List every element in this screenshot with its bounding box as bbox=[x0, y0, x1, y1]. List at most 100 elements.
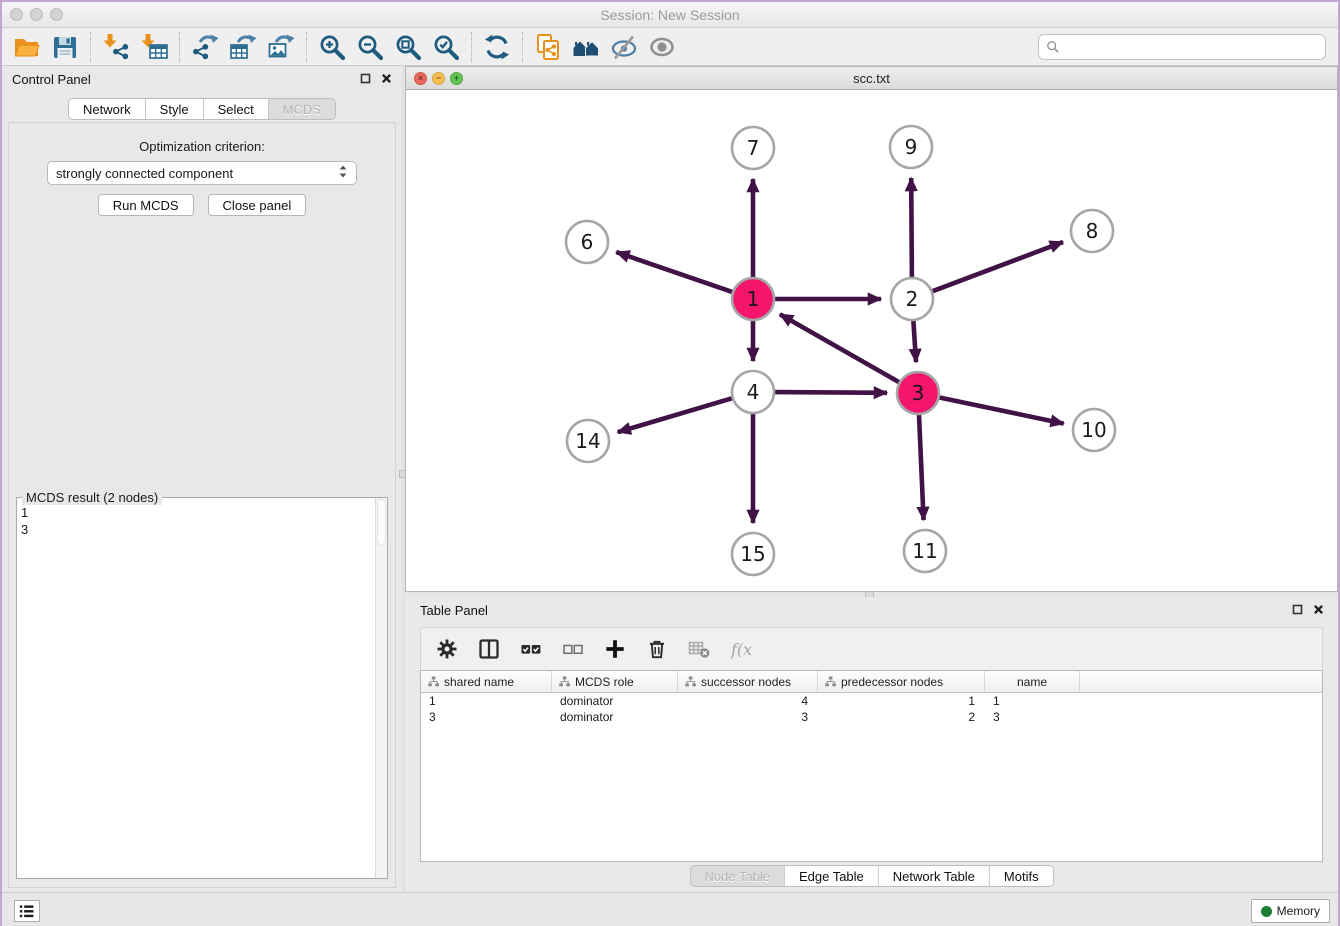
node-label: 9 bbox=[905, 135, 918, 159]
show-all-icon[interactable] bbox=[643, 31, 681, 63]
control-panel: Control Panel NetworkStyleSelectMCDS Opt… bbox=[2, 66, 402, 892]
table-cell[interactable]: 3 bbox=[678, 709, 818, 725]
table-cell[interactable]: dominator bbox=[552, 693, 678, 709]
table-panel-title: Table Panel bbox=[420, 603, 488, 618]
zoom-in-icon[interactable] bbox=[313, 31, 351, 63]
table-cell[interactable]: 2 bbox=[818, 709, 985, 725]
graph-node-15[interactable]: 15 bbox=[732, 533, 774, 575]
dropdown-stepper-icon bbox=[338, 164, 348, 182]
graph-node-14[interactable]: 14 bbox=[567, 420, 609, 462]
export-image-icon[interactable] bbox=[262, 31, 300, 63]
criterion-dropdown[interactable]: strongly connected component bbox=[47, 161, 357, 185]
graph-node-6[interactable]: 6 bbox=[566, 221, 608, 263]
column-header-predecessor-nodes[interactable]: predecessor nodes bbox=[818, 671, 985, 692]
graph-edge-3-11[interactable] bbox=[919, 415, 924, 520]
export-network-icon[interactable] bbox=[186, 31, 224, 63]
tab-select[interactable]: Select bbox=[204, 99, 269, 119]
column-header-MCDS-role[interactable]: MCDS role bbox=[552, 671, 678, 692]
toolbar-icon-groups bbox=[2, 31, 681, 63]
run-mcds-button[interactable]: Run MCDS bbox=[98, 194, 194, 216]
node-label: 1 bbox=[747, 287, 760, 311]
graph-edge-2-9[interactable] bbox=[911, 178, 912, 277]
graph-edge-4-3[interactable] bbox=[775, 392, 887, 393]
close-panel-icon[interactable] bbox=[381, 73, 392, 84]
export-table-icon[interactable] bbox=[224, 31, 262, 63]
graph-edge-1-6[interactable] bbox=[616, 252, 732, 292]
result-scrollbar[interactable] bbox=[375, 498, 387, 878]
column-header-name[interactable]: name bbox=[985, 671, 1080, 692]
column-header-shared-name[interactable]: shared name bbox=[421, 671, 552, 692]
float-panel-icon[interactable] bbox=[360, 73, 371, 84]
select-all-icon[interactable] bbox=[519, 637, 543, 661]
table-row[interactable]: 3dominator323 bbox=[421, 709, 1322, 725]
search-field[interactable] bbox=[1038, 34, 1326, 60]
graph-node-7[interactable]: 7 bbox=[732, 127, 774, 169]
search-icon bbox=[1046, 40, 1060, 54]
close-table-panel-icon[interactable] bbox=[1313, 604, 1324, 615]
home-layout-icon[interactable] bbox=[567, 31, 605, 63]
close-panel-button[interactable]: Close panel bbox=[208, 194, 307, 216]
control-panel-title: Control Panel bbox=[12, 72, 91, 87]
graph-edge-4-14[interactable] bbox=[618, 398, 732, 432]
add-row-icon[interactable] bbox=[603, 637, 627, 661]
settings-icon[interactable] bbox=[435, 637, 459, 661]
table-cell[interactable]: 1 bbox=[985, 693, 1080, 709]
table-cell[interactable]: 4 bbox=[678, 693, 818, 709]
network-canvas[interactable]: 7 9 6 8 1 2 4 3 14 10 15 11 bbox=[406, 90, 1337, 591]
save-session-icon[interactable] bbox=[46, 31, 84, 63]
graph-edge-3-1[interactable] bbox=[780, 314, 899, 382]
tab-node-table[interactable]: Node Table bbox=[690, 866, 785, 886]
hide-selected-icon[interactable] bbox=[605, 31, 643, 63]
memory-button[interactable]: Memory bbox=[1251, 899, 1330, 923]
tab-mcds[interactable]: MCDS bbox=[269, 99, 335, 119]
mcds-result-list[interactable]: 1 3 bbox=[21, 504, 373, 875]
graph-node-9[interactable]: 9 bbox=[890, 126, 932, 168]
open-file-icon[interactable] bbox=[8, 31, 46, 63]
network-graph: 7 9 6 8 1 2 4 3 14 10 15 11 bbox=[406, 90, 1337, 591]
graph-edge-2-3[interactable] bbox=[913, 321, 916, 362]
search-input[interactable] bbox=[1060, 37, 1325, 57]
graph-edge-3-10[interactable] bbox=[940, 398, 1064, 424]
zoom-out-icon[interactable] bbox=[351, 31, 389, 63]
columns-icon[interactable] bbox=[477, 637, 501, 661]
delete-row-icon[interactable] bbox=[645, 637, 669, 661]
table-cell[interactable]: 3 bbox=[421, 709, 552, 725]
graph-node-10[interactable]: 10 bbox=[1073, 409, 1115, 451]
table-cell[interactable]: 3 bbox=[985, 709, 1080, 725]
table-cell[interactable]: dominator bbox=[552, 709, 678, 725]
graph-node-1[interactable]: 1 bbox=[732, 278, 774, 320]
window-title: Session: New Session bbox=[2, 7, 1338, 23]
table-cell[interactable]: 1 bbox=[421, 693, 552, 709]
graph-node-2[interactable]: 2 bbox=[891, 278, 933, 320]
import-network-icon[interactable] bbox=[97, 31, 135, 63]
panel-list-button[interactable] bbox=[14, 900, 40, 922]
toolbar-separator bbox=[522, 32, 523, 62]
tab-network[interactable]: Network bbox=[69, 99, 146, 119]
graph-node-8[interactable]: 8 bbox=[1071, 210, 1113, 252]
column-header-successor-nodes[interactable]: successor nodes bbox=[678, 671, 818, 692]
main-toolbar bbox=[2, 29, 1338, 66]
node-label: 6 bbox=[581, 230, 594, 254]
table-cell[interactable]: 1 bbox=[818, 693, 985, 709]
float-table-panel-icon[interactable] bbox=[1292, 604, 1303, 615]
graph-edge-2-8[interactable] bbox=[933, 242, 1063, 291]
deselect-all-icon[interactable] bbox=[561, 637, 585, 661]
status-bar: Memory bbox=[2, 892, 1338, 926]
refresh-layout-icon[interactable] bbox=[478, 31, 516, 63]
graph-node-3[interactable]: 3 bbox=[897, 372, 939, 414]
tab-style[interactable]: Style bbox=[146, 99, 204, 119]
zoom-selected-icon[interactable] bbox=[427, 31, 465, 63]
tab-motifs[interactable]: Motifs bbox=[990, 866, 1053, 886]
zoom-fit-icon[interactable] bbox=[389, 31, 427, 63]
graph-node-4[interactable]: 4 bbox=[732, 371, 774, 413]
node-label: 15 bbox=[740, 542, 765, 566]
tab-edge-table[interactable]: Edge Table bbox=[785, 866, 879, 886]
node-table: shared nameMCDS rolesuccessor nodesprede… bbox=[420, 670, 1323, 862]
graph-node-11[interactable]: 11 bbox=[904, 530, 946, 572]
node-label: 2 bbox=[906, 287, 919, 311]
table-row[interactable]: 1dominator411 bbox=[421, 693, 1322, 709]
table-panel-header: Table Panel bbox=[405, 597, 1338, 623]
import-table-icon[interactable] bbox=[135, 31, 173, 63]
duplicate-network-icon[interactable] bbox=[529, 31, 567, 63]
tab-network-table[interactable]: Network Table bbox=[879, 866, 990, 886]
